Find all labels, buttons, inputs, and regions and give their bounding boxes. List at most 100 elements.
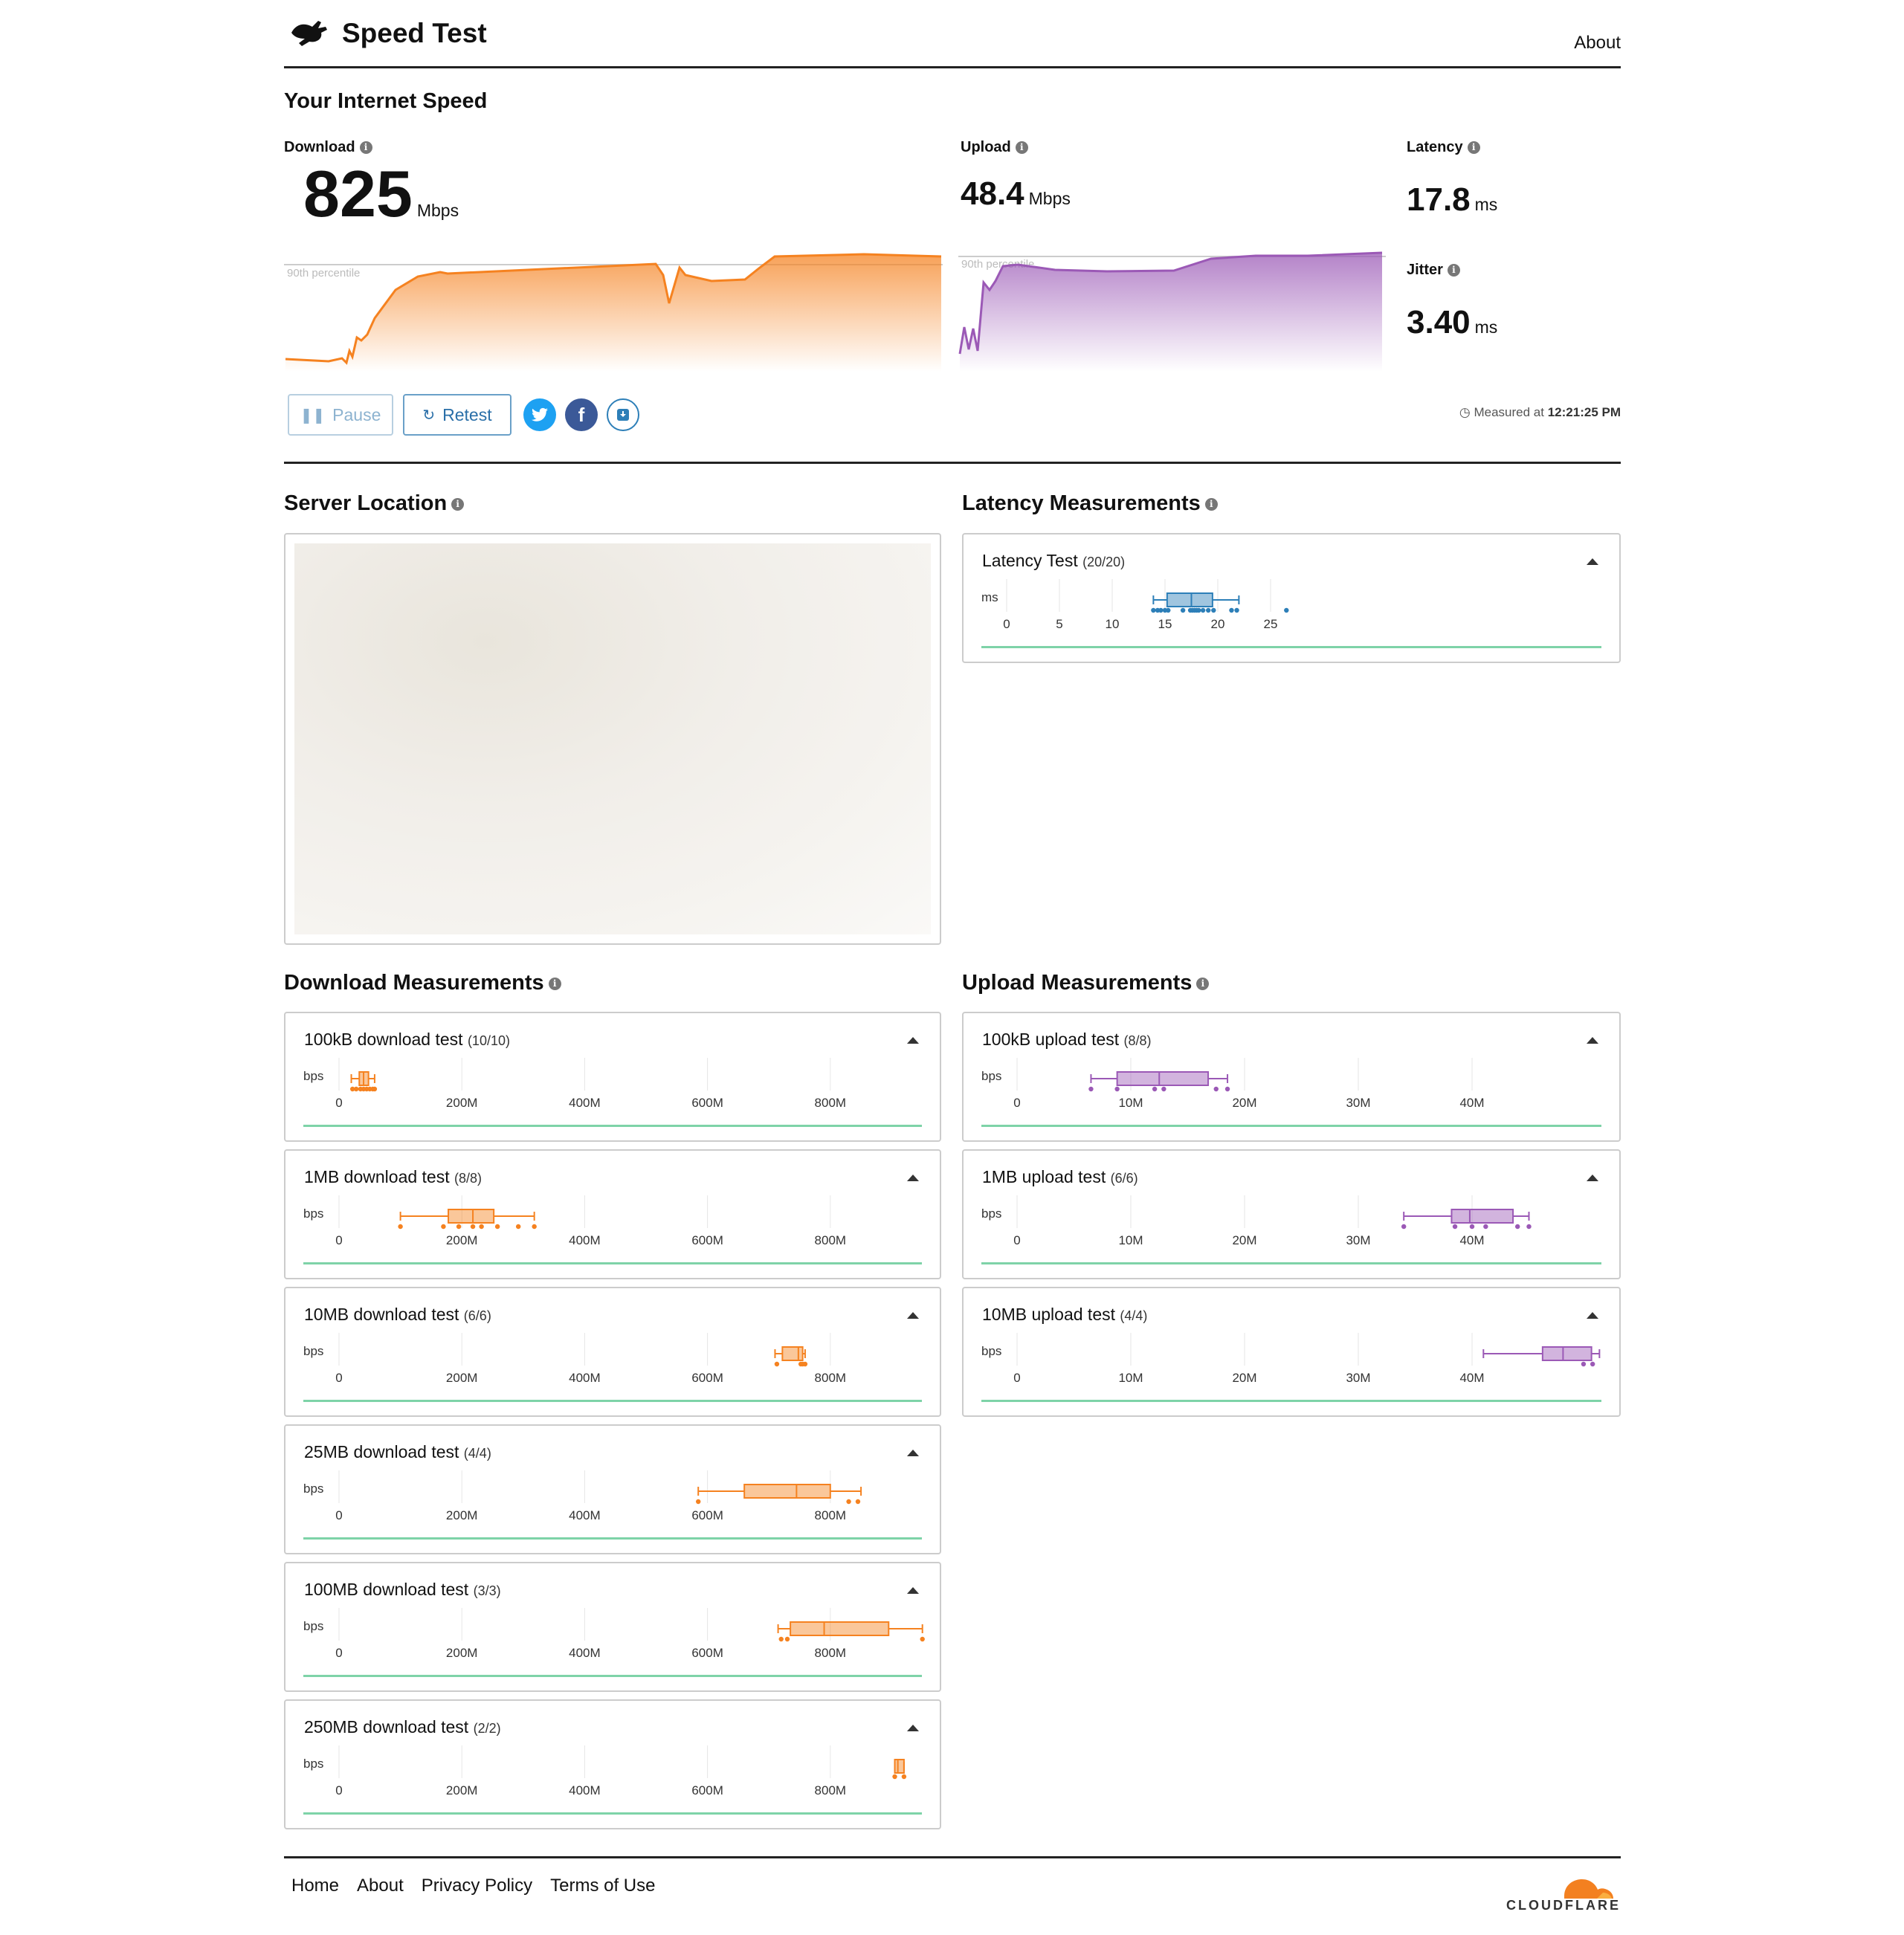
- data-point[interactable]: [479, 1224, 484, 1230]
- data-point[interactable]: [1590, 1361, 1595, 1367]
- data-point[interactable]: [1229, 607, 1234, 613]
- collapse-caret-icon[interactable]: [1587, 558, 1598, 565]
- server-map[interactable]: [284, 533, 941, 945]
- data-point[interactable]: [901, 1774, 907, 1780]
- info-icon[interactable]: i: [1467, 141, 1480, 155]
- data-point[interactable]: [372, 1086, 378, 1092]
- data-point[interactable]: [353, 1086, 359, 1092]
- data-point[interactable]: [1206, 607, 1211, 613]
- collapse-caret-icon[interactable]: [907, 1450, 919, 1456]
- info-icon[interactable]: i: [1196, 977, 1210, 990]
- panel-title: 10MB upload test (4/4): [982, 1305, 1147, 1325]
- data-point[interactable]: [1234, 607, 1239, 613]
- facebook-share-button[interactable]: f: [565, 398, 598, 431]
- box[interactable]: [894, 1759, 905, 1774]
- pause-button[interactable]: ❚❚ Pause: [288, 394, 393, 436]
- footer-link-home[interactable]: Home: [291, 1876, 339, 1896]
- panel-title-text: Latency Test: [982, 551, 1078, 570]
- twitter-share-button[interactable]: [523, 398, 556, 431]
- tick-label: 40M: [1459, 1371, 1484, 1385]
- info-icon[interactable]: i: [1204, 497, 1218, 511]
- info-icon[interactable]: i: [359, 141, 372, 155]
- data-point[interactable]: [1158, 607, 1164, 613]
- data-point[interactable]: [1211, 607, 1216, 613]
- data-point[interactable]: [398, 1224, 403, 1230]
- data-point[interactable]: [1526, 1224, 1532, 1230]
- data-point[interactable]: [892, 1774, 897, 1780]
- data-point[interactable]: [846, 1499, 851, 1505]
- data-point[interactable]: [1284, 607, 1289, 613]
- data-point[interactable]: [532, 1224, 537, 1230]
- download-results-button[interactable]: [607, 398, 639, 431]
- data-point[interactable]: [1515, 1224, 1520, 1230]
- panel-title-text: 250MB download test: [304, 1717, 469, 1737]
- data-point[interactable]: [515, 1224, 521, 1230]
- collapse-caret-icon[interactable]: [907, 1725, 919, 1731]
- data-point[interactable]: [1200, 607, 1206, 613]
- data-point[interactable]: [855, 1499, 861, 1505]
- measurement-panel: 1MB download test (8/8) bps 0 200M 400M 600M…: [284, 1149, 941, 1279]
- about-link[interactable]: About: [1574, 33, 1621, 54]
- info-icon[interactable]: i: [548, 977, 561, 990]
- footer-link-privacy[interactable]: Privacy Policy: [422, 1876, 532, 1896]
- green-line: [303, 1675, 922, 1677]
- data-point[interactable]: [1213, 1086, 1219, 1092]
- data-point[interactable]: [494, 1224, 500, 1230]
- retest-button[interactable]: ↻ Retest: [403, 394, 512, 436]
- data-point[interactable]: [1401, 1224, 1407, 1230]
- data-point[interactable]: [456, 1224, 462, 1230]
- data-point[interactable]: [1152, 1086, 1158, 1092]
- panel-count: (8/8): [1123, 1033, 1152, 1048]
- data-point[interactable]: [1151, 607, 1156, 613]
- collapse-caret-icon[interactable]: [1587, 1037, 1598, 1044]
- data-point[interactable]: [1114, 1086, 1120, 1092]
- data-point[interactable]: [1469, 1224, 1475, 1230]
- data-point[interactable]: [696, 1499, 701, 1505]
- box[interactable]: [1116, 1071, 1210, 1086]
- download-speed-chart: 90th percentile: [284, 253, 943, 372]
- info-icon[interactable]: i: [451, 497, 465, 511]
- brand-title[interactable]: Speed Test: [342, 18, 487, 49]
- retest-label: Retest: [442, 404, 492, 424]
- data-point[interactable]: [1088, 1086, 1094, 1092]
- panel-title: Latency Test (20/20): [982, 551, 1125, 571]
- data-point[interactable]: [920, 1636, 925, 1642]
- data-point[interactable]: [1483, 1224, 1488, 1230]
- data-point[interactable]: [774, 1361, 780, 1367]
- collapse-caret-icon[interactable]: [907, 1312, 919, 1319]
- box[interactable]: [781, 1346, 804, 1361]
- data-point[interactable]: [778, 1636, 784, 1642]
- boxplot: bps 0 200M 400M 600M 800M: [303, 1333, 846, 1385]
- data-point[interactable]: [1180, 607, 1186, 613]
- collapse-caret-icon[interactable]: [1587, 1312, 1598, 1319]
- info-icon[interactable]: i: [1015, 141, 1028, 155]
- collapse-caret-icon[interactable]: [1587, 1175, 1598, 1181]
- box[interactable]: [1541, 1346, 1592, 1361]
- box[interactable]: [790, 1621, 890, 1636]
- collapse-caret-icon[interactable]: [907, 1175, 919, 1181]
- upload-speed-chart: 90th percentile: [958, 251, 1386, 372]
- collapse-caret-icon[interactable]: [907, 1587, 919, 1594]
- panel-title-text: 1MB download test: [304, 1167, 450, 1186]
- box[interactable]: [1450, 1209, 1514, 1224]
- boxplot: bps 0 200M 400M 600M 800M: [303, 1608, 925, 1660]
- data-point[interactable]: [784, 1636, 790, 1642]
- data-point[interactable]: [1224, 1086, 1230, 1092]
- data-point[interactable]: [1161, 1086, 1166, 1092]
- data-point[interactable]: [802, 1361, 808, 1367]
- rabbit-logo-icon[interactable]: [288, 16, 330, 49]
- data-point[interactable]: [1166, 607, 1171, 613]
- map-image[interactable]: [294, 543, 931, 934]
- data-point[interactable]: [1452, 1224, 1458, 1230]
- box[interactable]: [448, 1209, 495, 1224]
- box[interactable]: [743, 1484, 831, 1499]
- data-point[interactable]: [1581, 1361, 1587, 1367]
- data-point[interactable]: [441, 1224, 446, 1230]
- footer-link-about[interactable]: About: [357, 1876, 404, 1896]
- collapse-caret-icon[interactable]: [907, 1037, 919, 1044]
- box[interactable]: [1166, 592, 1213, 607]
- data-point[interactable]: [470, 1224, 476, 1230]
- data-point[interactable]: [1196, 607, 1201, 613]
- info-icon[interactable]: i: [1447, 264, 1460, 277]
- footer-link-terms[interactable]: Terms of Use: [550, 1876, 655, 1896]
